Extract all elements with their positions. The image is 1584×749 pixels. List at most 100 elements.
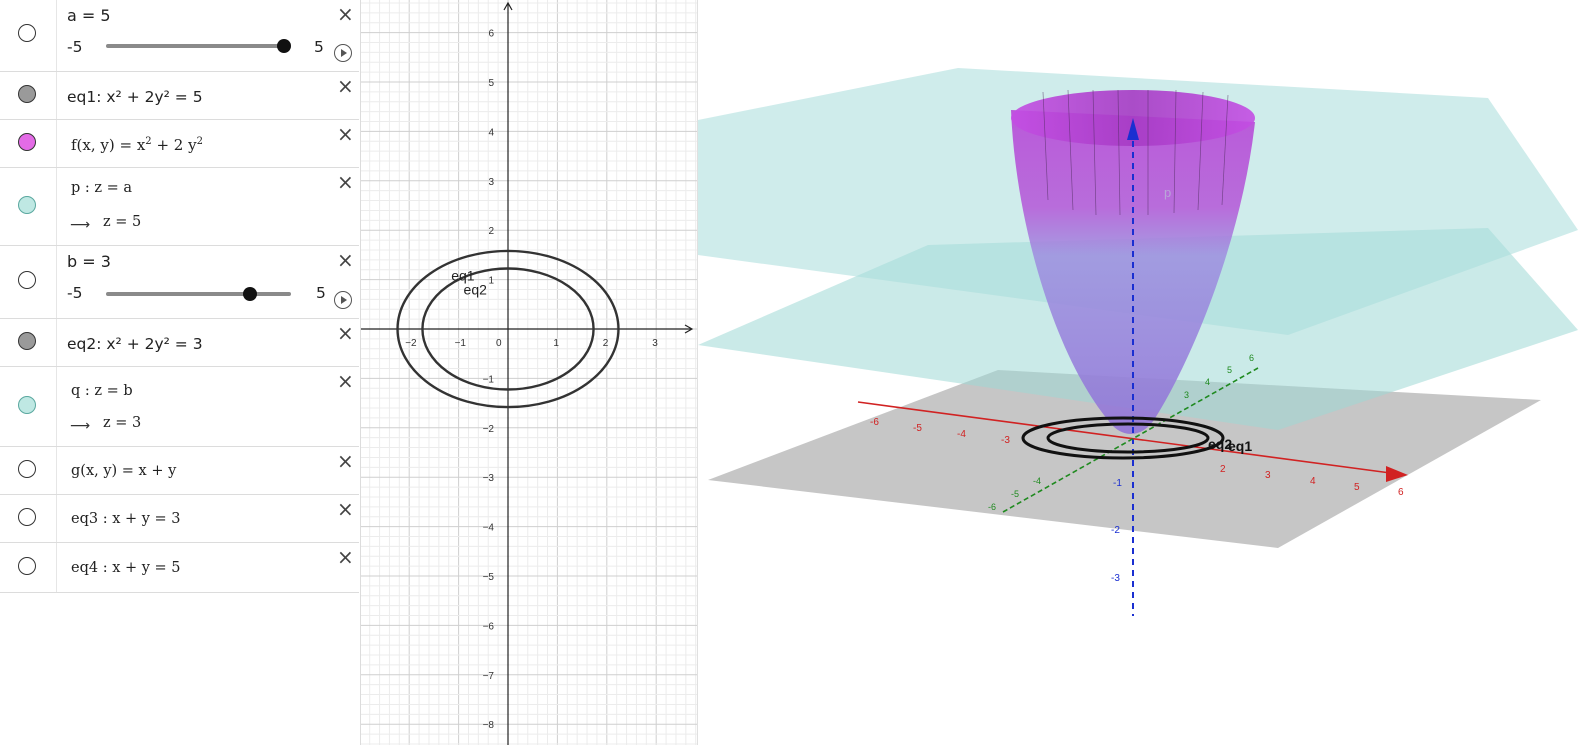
expression-eq4: eq4 : x + y = 5 (71, 560, 181, 576)
label-eq2-2d: eq2 (464, 281, 488, 297)
x-tick-label: 3 (1265, 470, 1271, 481)
close-icon[interactable]: × (337, 547, 354, 567)
output-arrow-icon: ⟶ (70, 217, 91, 233)
close-icon[interactable]: × (337, 323, 354, 343)
visibility-toggle-a[interactable] (18, 24, 36, 42)
y-tick-label: 6 (1249, 353, 1254, 363)
slider-track-b[interactable] (106, 292, 291, 296)
label-eq1-3d: eq1 (1228, 438, 1252, 454)
slider-knob-a[interactable] (277, 39, 291, 53)
y-tick-label-2d: 3 (488, 177, 494, 188)
y-tick-label: -4 (1033, 476, 1041, 486)
close-icon[interactable]: × (337, 499, 354, 519)
exponent: 2 (196, 136, 203, 147)
slider-max-b: 5 (316, 284, 326, 302)
x-tick-label-2d: 0 (496, 338, 502, 349)
close-icon[interactable]: × (337, 4, 354, 24)
y-tick-label-2d: −7 (483, 671, 495, 682)
play-icon[interactable] (334, 291, 352, 309)
graphics-2d-canvas[interactable]: −2 −1 0 1 2 3654321−1−2−3−4−5−6−7−8eq1eq2 (361, 0, 697, 745)
output-p: z = 5 (103, 214, 142, 230)
slider-min-b: -5 (67, 284, 83, 302)
expression-f-part: + 2 y (151, 136, 197, 154)
slider-knob-b[interactable] (243, 287, 257, 301)
x-tick-label: 5 (1354, 482, 1360, 493)
visibility-toggle-eq1[interactable] (18, 85, 36, 103)
close-icon[interactable]: × (337, 172, 354, 192)
graphics-3d-canvas[interactable]: -6 -5 -4 -3 2 3 4 5 6 -6 -5 -4 3 4 5 6 -… (698, 0, 1584, 745)
close-icon[interactable]: × (337, 124, 354, 144)
visibility-toggle-g[interactable] (18, 460, 36, 478)
z-tick-label: -2 (1111, 525, 1120, 536)
play-icon[interactable] (334, 44, 352, 62)
slider-track-a[interactable] (106, 44, 286, 48)
visibility-toggle-eq2[interactable] (18, 332, 36, 350)
y-tick-label-2d: −8 (483, 720, 495, 731)
expression-eq3: eq3 : x + y = 3 (71, 511, 181, 527)
close-icon[interactable]: × (337, 371, 354, 391)
y-tick-label-2d: 6 (488, 29, 494, 40)
output-q: z = 3 (103, 415, 142, 431)
visibility-toggle-q[interactable] (18, 396, 36, 414)
x-tick-label: -6 (870, 417, 879, 428)
y-tick-label: 5 (1227, 365, 1232, 375)
expression-f: f(x, y) = x2 + 2 y2 (71, 136, 203, 154)
slider-name-b: b = 3 (67, 252, 111, 271)
algebra-row-eq4[interactable]: eq4 : x + y = 5 × (0, 543, 359, 593)
algebra-row-slider-b[interactable]: b = 3 -5 5 × (0, 246, 359, 319)
x-tick-label: 4 (1310, 476, 1316, 487)
y-tick-label: -5 (1011, 489, 1019, 499)
y-tick-label: 3 (1184, 390, 1189, 400)
y-tick-label-2d: −5 (483, 572, 495, 583)
algebra-row-slider-a[interactable]: a = 5 -5 5 × (0, 0, 359, 72)
slider-name-a: a = 5 (67, 6, 111, 25)
visibility-toggle-p[interactable] (18, 196, 36, 214)
expression-p: p : z = a (71, 180, 133, 196)
expression-q: q : z = b (71, 383, 133, 399)
algebra-row-f[interactable]: f(x, y) = x2 + 2 y2 × (0, 120, 359, 168)
slider-min-a: -5 (67, 38, 83, 56)
y-tick-label-2d: −2 (483, 424, 495, 435)
x-tick-label: 6 (1398, 487, 1404, 498)
x-tick-label: -5 (913, 423, 922, 434)
y-tick-label: 4 (1205, 377, 1210, 387)
x-tick-label-2d: 2 (603, 338, 609, 349)
expression-eq2: eq2: x² + 2y² = 3 (67, 335, 203, 353)
expression-f-part: f(x, y) = x (71, 136, 146, 154)
expression-eq1: eq1: x² + 2y² = 5 (67, 88, 203, 106)
z-tick-label: -3 (1111, 573, 1120, 584)
algebra-row-eq3[interactable]: eq3 : x + y = 3 × (0, 495, 359, 543)
x-tick-label-2d: 3 (652, 338, 658, 349)
x-tick-label: -4 (957, 429, 966, 440)
visibility-toggle-eq3[interactable] (18, 508, 36, 526)
graphics-view-3d[interactable]: -6 -5 -4 -3 2 3 4 5 6 -6 -5 -4 3 4 5 6 -… (697, 0, 1584, 745)
algebra-row-g[interactable]: g(x, y) = x + y × (0, 447, 359, 495)
y-tick-label-2d: 4 (488, 127, 494, 138)
z-tick-label: -1 (1113, 478, 1122, 489)
y-tick-label-2d: 5 (488, 78, 494, 89)
algebra-row-p[interactable]: p : z = a ⟶ z = 5 × (0, 168, 359, 246)
visibility-toggle-b[interactable] (18, 271, 36, 289)
x-tick-label-2d: −2 (405, 338, 417, 349)
y-tick-label-2d: −4 (483, 523, 495, 534)
x-tick-label: -3 (1001, 435, 1010, 446)
x-tick-label-2d: −1 (455, 338, 467, 349)
curve-labels-3d: eq2 eq1 (1208, 436, 1252, 454)
y-tick-label: -6 (988, 502, 996, 512)
label-p-3d: p (1164, 185, 1171, 200)
graphics-view-2d[interactable]: −2 −1 0 1 2 3 6 5 4 3 2 1 −1 −2 −3 −4 −5 −6 −7 −8 eq1 eq2 (361, 0, 697, 745)
close-icon[interactable]: × (337, 76, 354, 96)
x-tick-label: 2 (1220, 464, 1226, 475)
close-icon[interactable]: × (337, 451, 354, 471)
y-tick-label-2d: −3 (483, 473, 495, 484)
algebra-row-q[interactable]: q : z = b ⟶ z = 3 × (0, 367, 359, 447)
close-icon[interactable]: × (337, 250, 354, 270)
y-tick-label-2d: −1 (483, 374, 495, 385)
slider-max-a: 5 (314, 38, 324, 56)
y-tick-label-2d: 1 (488, 276, 494, 287)
visibility-toggle-eq4[interactable] (18, 557, 36, 575)
algebra-row-eq2[interactable]: eq2: x² + 2y² = 3 × (0, 319, 359, 367)
visibility-toggle-f[interactable] (18, 133, 36, 151)
algebra-row-eq1[interactable]: eq1: x² + 2y² = 5 × (0, 72, 359, 120)
x-tick-label-2d: 1 (553, 338, 559, 349)
